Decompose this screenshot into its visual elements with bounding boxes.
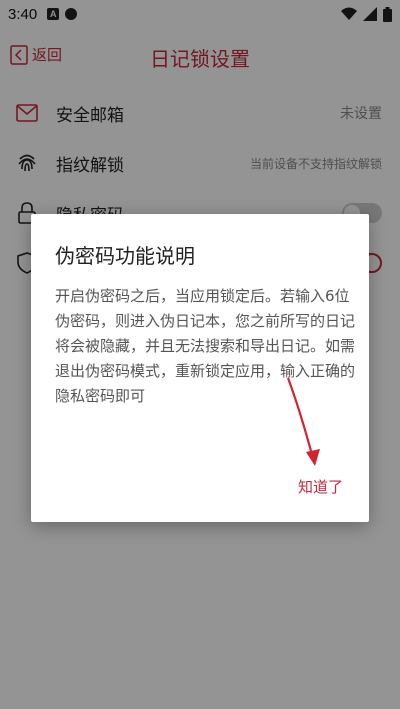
info-dialog: 伪密码功能说明 开启伪密码之后，当应用锁定后。若输入6位伪密码，则进入伪日记本，… [31, 214, 369, 522]
dialog-title: 伪密码功能说明 [55, 244, 195, 268]
got-it-button[interactable]: 知道了 [298, 476, 343, 497]
dialog-body: 开启伪密码之后，当应用锁定后。若输入6位伪密码，则进入伪日记本，您之前所写的日记… [55, 287, 356, 405]
